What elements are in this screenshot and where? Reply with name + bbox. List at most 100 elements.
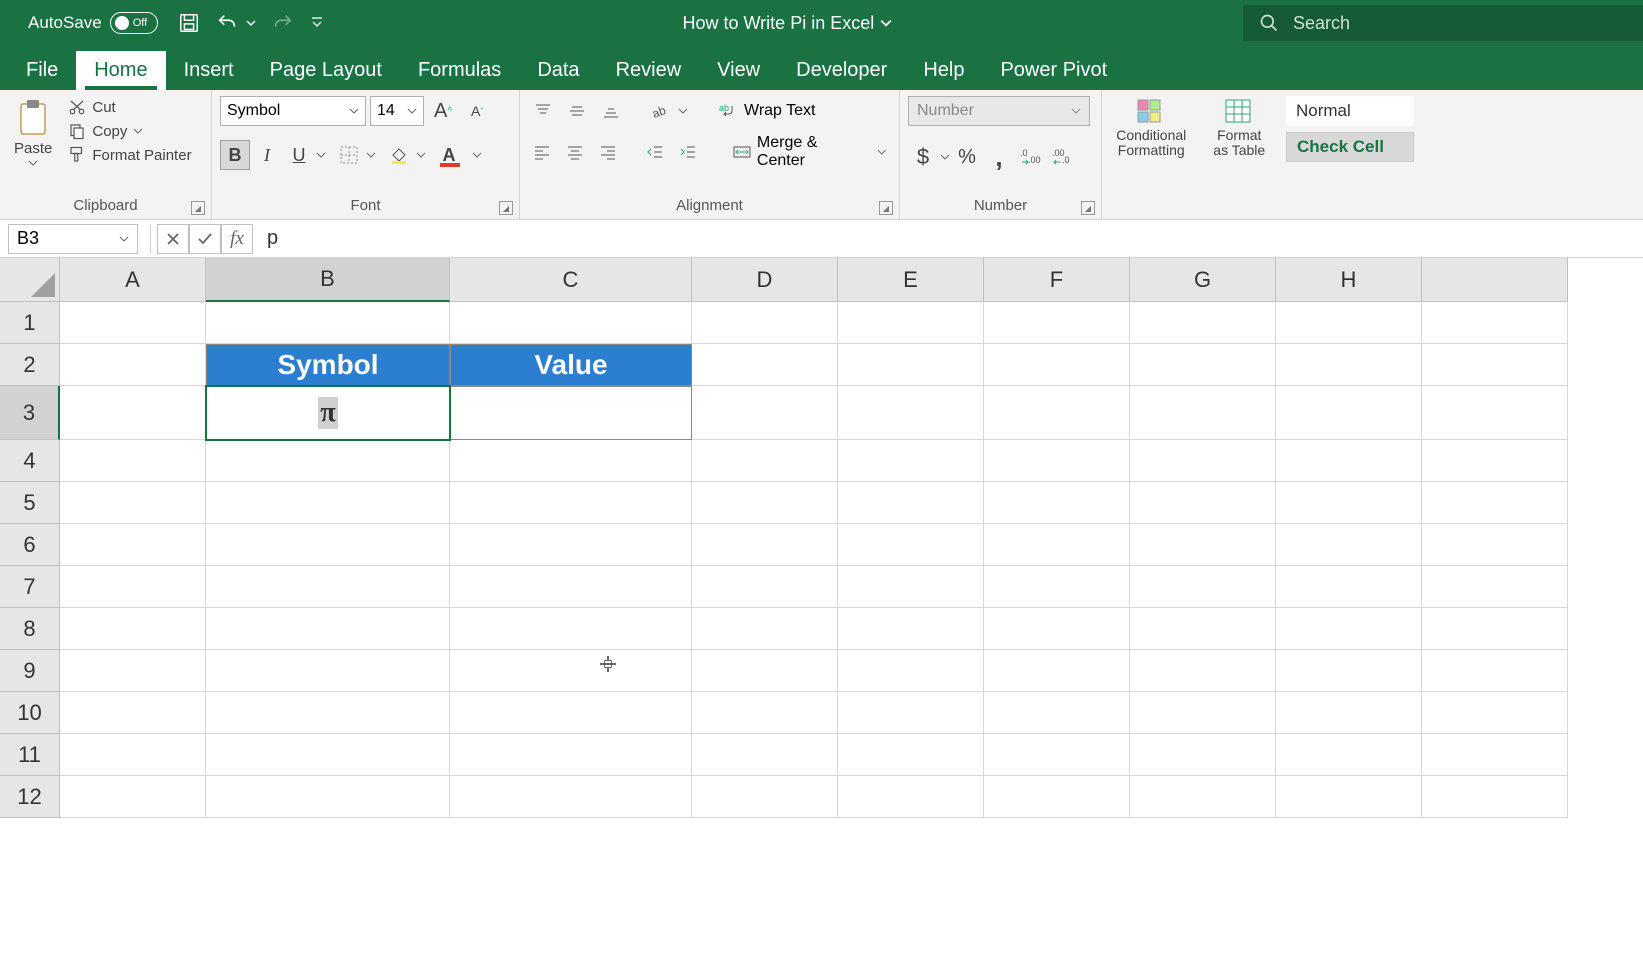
chevron-down-icon[interactable] bbox=[940, 153, 950, 161]
row-header-11[interactable]: 11 bbox=[0, 734, 60, 776]
cell-style-check-cell[interactable]: Check Cell bbox=[1286, 132, 1414, 162]
cell-b12[interactable] bbox=[206, 776, 450, 818]
cell-c10[interactable] bbox=[450, 692, 692, 734]
tab-developer[interactable]: Developer bbox=[778, 51, 905, 90]
cell-b11[interactable] bbox=[206, 734, 450, 776]
align-middle-button[interactable] bbox=[562, 96, 592, 126]
chevron-down-icon[interactable] bbox=[880, 17, 892, 29]
cell-c12[interactable] bbox=[450, 776, 692, 818]
cell-d2[interactable] bbox=[692, 344, 838, 386]
merge-center-button[interactable]: Merge & Center bbox=[728, 132, 891, 172]
cell-b5[interactable] bbox=[206, 482, 450, 524]
chevron-down-icon[interactable] bbox=[472, 151, 482, 159]
cell-c7[interactable] bbox=[450, 566, 692, 608]
cell-b2[interactable]: Symbol bbox=[206, 344, 450, 386]
cell-h7[interactable] bbox=[1276, 566, 1422, 608]
row-header-10[interactable]: 10 bbox=[0, 692, 60, 734]
autosave-toggle[interactable]: Off bbox=[110, 12, 158, 34]
row-header-4[interactable]: 4 bbox=[0, 440, 60, 482]
cell-f10[interactable] bbox=[984, 692, 1130, 734]
cell-c11[interactable] bbox=[450, 734, 692, 776]
conditional-formatting-button[interactable]: Conditional Formatting bbox=[1110, 96, 1193, 161]
cell-a4[interactable] bbox=[60, 440, 206, 482]
cell-f7[interactable] bbox=[984, 566, 1130, 608]
cell-d8[interactable] bbox=[692, 608, 838, 650]
align-right-button[interactable] bbox=[594, 137, 623, 167]
col-header-e[interactable]: E bbox=[838, 258, 984, 302]
cell-c2[interactable]: Value bbox=[450, 344, 692, 386]
cell-g12[interactable] bbox=[1130, 776, 1276, 818]
cell-b7[interactable] bbox=[206, 566, 450, 608]
tab-data[interactable]: Data bbox=[519, 51, 597, 90]
number-dialog-launcher[interactable]: ◢ bbox=[1081, 201, 1095, 215]
cell-f2[interactable] bbox=[984, 344, 1130, 386]
cell-h12[interactable] bbox=[1276, 776, 1422, 818]
cell-h11[interactable] bbox=[1276, 734, 1422, 776]
cell-g8[interactable] bbox=[1130, 608, 1276, 650]
cell-e11[interactable] bbox=[838, 734, 984, 776]
tab-file[interactable]: File bbox=[8, 51, 76, 90]
font-dialog-launcher[interactable]: ◢ bbox=[499, 201, 513, 215]
row-header-8[interactable]: 8 bbox=[0, 608, 60, 650]
cell-extra7[interactable] bbox=[1422, 566, 1568, 608]
cell-e8[interactable] bbox=[838, 608, 984, 650]
cell-extra3[interactable] bbox=[1422, 386, 1568, 440]
row-header-9[interactable]: 9 bbox=[0, 650, 60, 692]
clipboard-dialog-launcher[interactable]: ◢ bbox=[191, 201, 205, 215]
cell-c6[interactable] bbox=[450, 524, 692, 566]
cell-e6[interactable] bbox=[838, 524, 984, 566]
format-as-table-button[interactable]: Format as Table bbox=[1203, 96, 1276, 161]
cell-h8[interactable] bbox=[1276, 608, 1422, 650]
cell-f5[interactable] bbox=[984, 482, 1130, 524]
cell-b9[interactable] bbox=[206, 650, 450, 692]
cell-c1[interactable] bbox=[450, 302, 692, 344]
cell-f11[interactable] bbox=[984, 734, 1130, 776]
col-header-b[interactable]: B bbox=[206, 258, 450, 302]
cell-a11[interactable] bbox=[60, 734, 206, 776]
save-button[interactable] bbox=[170, 8, 208, 38]
align-left-button[interactable] bbox=[528, 137, 557, 167]
cell-g9[interactable] bbox=[1130, 650, 1276, 692]
cell-a6[interactable] bbox=[60, 524, 206, 566]
chevron-down-icon[interactable] bbox=[366, 151, 376, 159]
cell-b1[interactable] bbox=[206, 302, 450, 344]
cell-e1[interactable] bbox=[838, 302, 984, 344]
insert-function-button[interactable]: fx bbox=[221, 224, 253, 254]
cell-extra4[interactable] bbox=[1422, 440, 1568, 482]
format-painter-button[interactable]: Format Painter bbox=[64, 144, 195, 166]
cell-g7[interactable] bbox=[1130, 566, 1276, 608]
cell-h10[interactable] bbox=[1276, 692, 1422, 734]
cell-g10[interactable] bbox=[1130, 692, 1276, 734]
search-box[interactable]: Search bbox=[1243, 5, 1643, 41]
decrease-decimal-button[interactable]: .00.0 bbox=[1048, 142, 1078, 172]
cell-e9[interactable] bbox=[838, 650, 984, 692]
cell-h3[interactable] bbox=[1276, 386, 1422, 440]
col-header-f[interactable]: F bbox=[984, 258, 1130, 302]
cell-d5[interactable] bbox=[692, 482, 838, 524]
cell-d10[interactable] bbox=[692, 692, 838, 734]
cell-d12[interactable] bbox=[692, 776, 838, 818]
col-header-extra[interactable] bbox=[1422, 258, 1568, 302]
fill-color-button[interactable] bbox=[384, 140, 414, 170]
chevron-down-icon[interactable] bbox=[416, 151, 426, 159]
col-header-h[interactable]: H bbox=[1276, 258, 1422, 302]
cell-a5[interactable] bbox=[60, 482, 206, 524]
cell-a12[interactable] bbox=[60, 776, 206, 818]
font-size-select[interactable]: 14 bbox=[370, 96, 424, 126]
cell-g11[interactable] bbox=[1130, 734, 1276, 776]
chevron-down-icon[interactable] bbox=[678, 107, 688, 115]
cell-extra8[interactable] bbox=[1422, 608, 1568, 650]
tab-help[interactable]: Help bbox=[905, 51, 982, 90]
cell-g4[interactable] bbox=[1130, 440, 1276, 482]
cell-a9[interactable] bbox=[60, 650, 206, 692]
cell-h6[interactable] bbox=[1276, 524, 1422, 566]
cell-c4[interactable] bbox=[450, 440, 692, 482]
cell-e10[interactable] bbox=[838, 692, 984, 734]
tab-review[interactable]: Review bbox=[598, 51, 700, 90]
qat-customize[interactable] bbox=[302, 12, 332, 34]
cut-button[interactable]: Cut bbox=[64, 96, 195, 118]
cell-d1[interactable] bbox=[692, 302, 838, 344]
row-header-6[interactable]: 6 bbox=[0, 524, 60, 566]
cell-extra6[interactable] bbox=[1422, 524, 1568, 566]
col-header-d[interactable]: D bbox=[692, 258, 838, 302]
